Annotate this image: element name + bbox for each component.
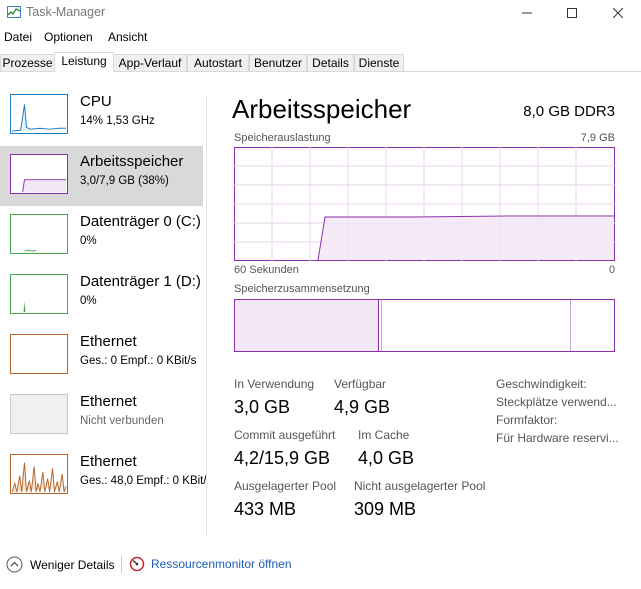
sidebar-label-ethernet1: Ethernet: [80, 333, 137, 350]
usage-graph-label: Speicherauslastung: [234, 132, 331, 144]
sidebar-sub-ethernet3: Ges.: 48,0 Empf.: 0 KBit/: [80, 475, 207, 487]
title-bar: Task-Manager: [0, 0, 641, 26]
sidebar-sub-disk0: 0%: [80, 235, 97, 247]
panel-divider: [206, 96, 207, 536]
ethernet1-thumbnail-graph: [10, 334, 68, 374]
disk1-thumbnail-graph: [10, 274, 68, 314]
nonpaged-pool-value: 309 MB: [354, 499, 417, 519]
info-formfactor-label: Formfaktor:: [496, 413, 558, 427]
footer: Weniger Details Ressourcenmonitor öffnen: [0, 548, 641, 580]
composition-in-use: [235, 300, 378, 351]
sidebar-sub-cpu: 14% 1,53 GHz: [80, 115, 155, 127]
sidebar-label-memory: Arbeitsspeicher: [80, 153, 184, 170]
tab-autostart[interactable]: Autostart: [187, 54, 249, 71]
sidebar-item-disk0[interactable]: Datenträger 0 (C:) 0%: [0, 206, 203, 266]
tab-app-verlauf[interactable]: App-Verlauf: [113, 54, 187, 71]
sidebar-sub-memory: 3,0/7,9 GB (38%): [80, 175, 169, 187]
cache-value: 4,0 GB: [358, 448, 415, 468]
resource-monitor-label: Ressourcenmonitor öffnen: [151, 557, 292, 571]
disk0-thumbnail-graph: [10, 214, 68, 254]
less-details-label: Weniger Details: [30, 557, 115, 572]
sidebar-label-ethernet2: Ethernet: [80, 393, 137, 410]
cpu-thumbnail-graph: [10, 94, 68, 134]
maximize-icon: [567, 8, 577, 18]
info-speed-label: Geschwindigkeit:: [496, 377, 587, 391]
sidebar-item-ethernet3[interactable]: Ethernet Ges.: 48,0 Empf.: 0 KBit/: [0, 446, 207, 506]
sidebar-item-memory[interactable]: Arbeitsspeicher 3,0/7,9 GB (38%): [0, 146, 203, 206]
available-value: 4,9 GB: [334, 397, 391, 417]
window-title: Task-Manager: [26, 5, 106, 19]
resource-monitor-link[interactable]: Ressourcenmonitor öffnen: [129, 556, 292, 572]
tab-bar: Prozesse Leistung App-Verlauf Autostart …: [0, 52, 641, 72]
sidebar-item-disk1[interactable]: Datenträger 1 (D:) 0%: [0, 266, 203, 326]
nonpaged-pool-label: Nicht ausgelagerter Pool: [354, 479, 486, 493]
sidebar-sub-ethernet1: Ges.: 0 Empf.: 0 KBit/s: [80, 355, 197, 367]
memory-spec: 8,0 GB DDR3: [523, 103, 615, 120]
info-slots-label: Steckplätze verwend...: [496, 395, 617, 409]
less-details-button[interactable]: Weniger Details: [6, 556, 114, 573]
commit-value: 4,2/15,9 GB: [234, 448, 331, 468]
memory-usage-graph: [234, 147, 615, 261]
minimize-icon: [522, 12, 532, 14]
composition-label: Speicherzusammensetzung: [234, 283, 370, 295]
sidebar-sub-ethernet2: Nicht verbunden: [80, 415, 164, 427]
page-title: Arbeitsspeicher: [232, 94, 412, 124]
info-reserved-label: Für Hardware reservi...: [496, 431, 619, 445]
sidebar-item-ethernet1[interactable]: Ethernet Ges.: 0 Empf.: 0 KBit/s: [0, 326, 203, 386]
sidebar-label-ethernet3: Ethernet: [80, 453, 137, 470]
graph-time-right: 0: [609, 264, 616, 276]
in-use-value: 3,0 GB: [234, 397, 291, 417]
close-button[interactable]: [595, 0, 641, 26]
ethernet2-thumbnail-graph: [10, 394, 68, 434]
resource-monitor-icon: [129, 556, 145, 572]
task-manager-icon: [7, 6, 21, 18]
cache-label: Im Cache: [358, 428, 410, 442]
memory-thumbnail-graph: [10, 154, 68, 194]
memory-composition-bar: [234, 299, 615, 352]
menu-ansicht[interactable]: Ansicht: [108, 30, 147, 44]
sidebar-label-disk0: Datenträger 0 (C:): [80, 213, 201, 230]
paged-pool-label: Ausgelagerter Pool: [234, 479, 337, 493]
close-icon: [613, 8, 623, 18]
sidebar-item-ethernet2[interactable]: Ethernet Nicht verbunden: [0, 386, 203, 446]
usage-graph-max: 7,9 GB: [580, 132, 615, 144]
usage-area: [318, 217, 614, 260]
menu-datei[interactable]: Datei: [4, 30, 32, 44]
commit-label: Commit ausgeführt: [234, 428, 336, 442]
in-use-label: In Verwendung: [234, 377, 315, 391]
minimize-button[interactable]: [504, 0, 550, 26]
chevron-up-icon: [6, 556, 23, 573]
ethernet3-thumbnail-graph: [10, 454, 68, 494]
sidebar-label-cpu: CPU: [80, 93, 112, 110]
paged-pool-value: 433 MB: [234, 499, 297, 519]
tab-dienste[interactable]: Dienste: [354, 54, 404, 71]
graph-time-left: 60 Sekunden: [234, 264, 299, 276]
sidebar-sub-disk1: 0%: [80, 295, 97, 307]
available-label: Verfügbar: [334, 377, 387, 391]
tab-details[interactable]: Details: [307, 54, 354, 71]
tab-leistung[interactable]: Leistung: [54, 52, 114, 72]
tab-benutzer[interactable]: Benutzer: [249, 54, 307, 71]
sidebar-label-disk1: Datenträger 1 (D:): [80, 273, 201, 290]
tab-prozesse[interactable]: Prozesse: [0, 54, 55, 71]
sidebar-item-cpu[interactable]: CPU 14% 1,53 GHz: [0, 86, 203, 146]
menu-optionen[interactable]: Optionen: [44, 30, 93, 44]
footer-separator: [121, 556, 122, 573]
maximize-button[interactable]: [549, 0, 595, 26]
